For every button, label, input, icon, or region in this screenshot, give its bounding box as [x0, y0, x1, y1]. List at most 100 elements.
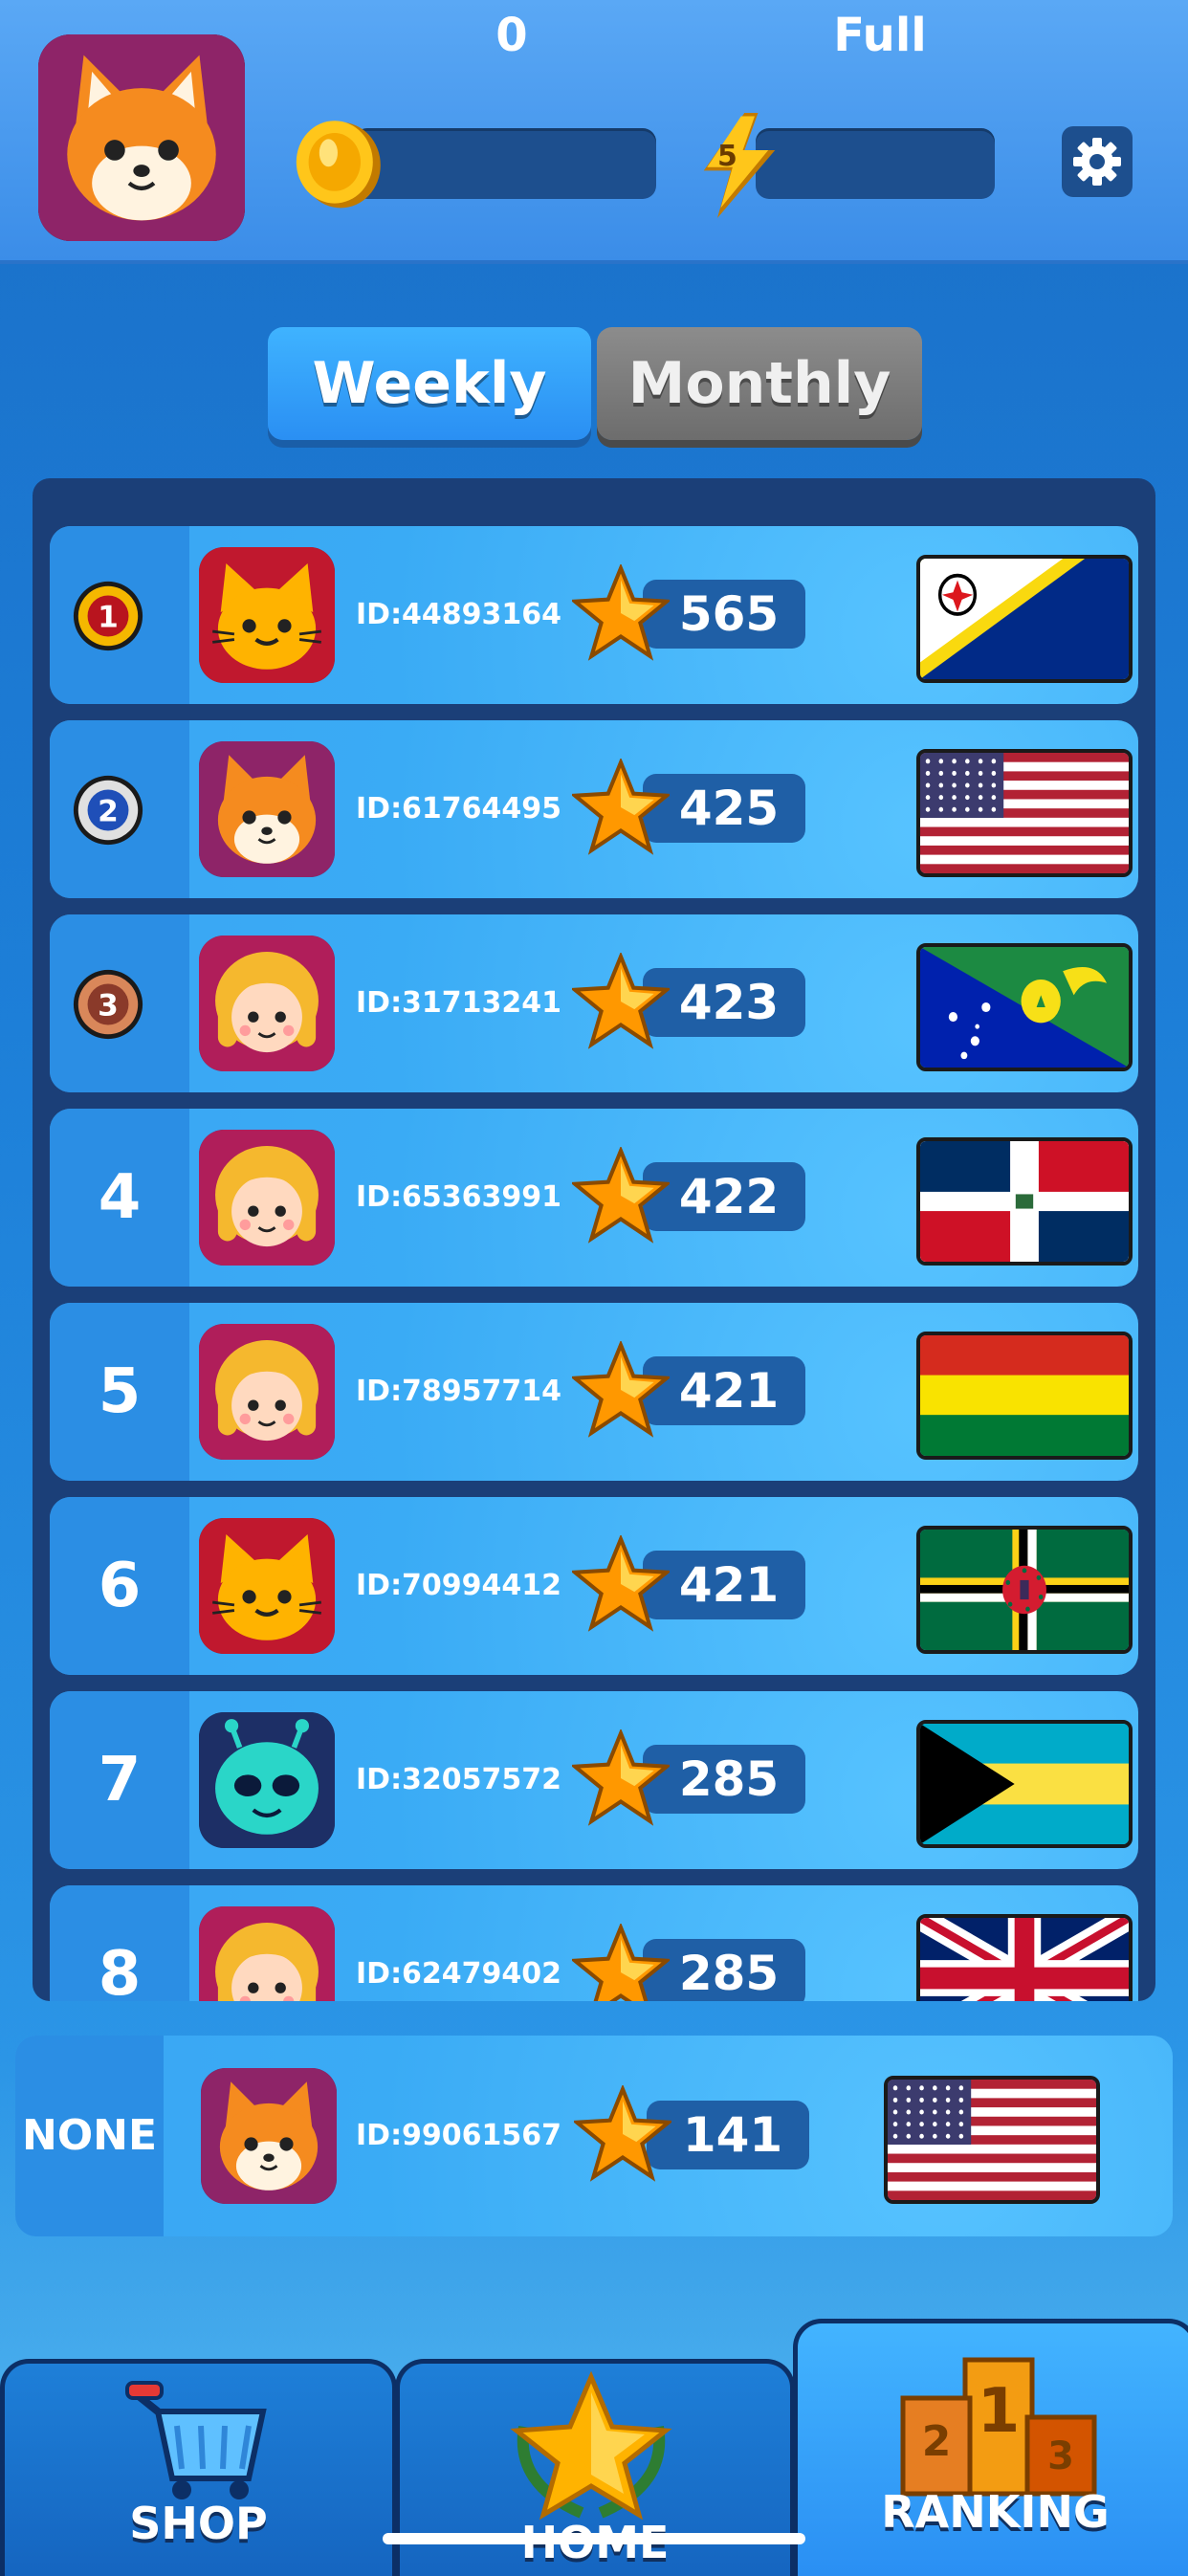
fox-avatar-icon [199, 741, 335, 877]
country-flag [916, 1720, 1133, 1848]
player-id: ID:31713241 [356, 986, 562, 1020]
usa-flag-icon [920, 753, 1129, 873]
bolivia-flag-icon [920, 1335, 1129, 1456]
player-score: 285 [678, 1751, 780, 1807]
leaderboard-row[interactable]: 7 ID:32057572 285 [50, 1691, 1138, 1869]
podium-first: 1 [978, 2376, 1021, 2447]
player-avatar [199, 1906, 335, 2001]
leaderboard-row[interactable]: 3 ID:31713241 423 [50, 914, 1138, 1092]
player-score: 421 [678, 1557, 780, 1613]
settings-button[interactable] [1062, 126, 1133, 197]
player-score: 285 [678, 1946, 780, 2001]
country-flag [884, 2076, 1100, 2204]
podium-third: 3 [1047, 2434, 1074, 2478]
tab-weekly[interactable]: Weekly [268, 327, 591, 440]
girl-avatar-icon [199, 1130, 335, 1266]
bronze-medal-icon: 3 [73, 969, 143, 1040]
user-rank: NONE [15, 2036, 164, 2236]
top-bar: 0 Full 5 [0, 0, 1188, 264]
player-id: ID:70994412 [356, 1569, 562, 1602]
girl-avatar-icon [199, 936, 335, 1071]
country-flag [916, 749, 1133, 877]
gold-medal-icon: 1 [73, 581, 143, 651]
country-flag [916, 1526, 1133, 1654]
leaderboard-row[interactable]: 4 ID:65363991 422 [50, 1109, 1138, 1287]
nav-ranking-label: RANKING [881, 2486, 1110, 2538]
nav-ranking-button[interactable]: 1 2 3 RANKING [793, 2319, 1188, 2576]
star-laurel-icon [510, 2370, 672, 2521]
energy-count: 5 [717, 140, 737, 173]
country-flag [916, 555, 1133, 683]
girl-avatar-icon [199, 1324, 335, 1460]
bonaire-flag-icon [920, 559, 1129, 679]
player-id: ID:61764495 [356, 792, 562, 826]
country-flag [916, 1332, 1133, 1460]
player-avatar [201, 2068, 337, 2204]
player-id: ID:65363991 [356, 1180, 562, 1214]
energy-status: Full [833, 9, 927, 62]
country-flag [916, 943, 1133, 1071]
podium-second: 2 [922, 2417, 952, 2466]
leaderboard-list[interactable]: 1 ID:44893164 565 2 ID:61764495 425 3 ID:317132… [33, 478, 1155, 2001]
rank-number: 6 [50, 1497, 189, 1675]
rank-number: 5 [50, 1303, 189, 1481]
leaderboard-row[interactable]: 1 ID:44893164 565 [50, 526, 1138, 704]
player-id: ID:62479402 [356, 1957, 562, 1991]
country-flag [916, 1914, 1133, 2001]
home-indicator[interactable] [383, 2533, 805, 2544]
gear-icon [1073, 138, 1121, 186]
rank-number: 2 [98, 795, 119, 829]
player-avatar [199, 1130, 335, 1266]
girl-avatar-icon [199, 1906, 335, 2001]
rank-number: 3 [98, 989, 119, 1024]
rank-cell: 2 [50, 720, 189, 898]
player-score: 425 [678, 781, 780, 836]
rank-number: 4 [50, 1109, 189, 1287]
player-id: ID:44893164 [356, 598, 562, 631]
profile-avatar[interactable] [38, 34, 245, 241]
player-score: 421 [678, 1363, 780, 1419]
christmas-island-flag-icon [920, 947, 1129, 1068]
cat-avatar-icon [199, 547, 335, 683]
leaderboard-row[interactable]: 6 ID:70994412 421 [50, 1497, 1138, 1675]
alien-avatar-icon [199, 1712, 335, 1848]
player-score: 422 [678, 1169, 780, 1224]
country-flag [916, 1137, 1133, 1266]
rank-number: 7 [50, 1691, 189, 1869]
dominican-republic-flag-icon [920, 1141, 1129, 1262]
leaderboard-row[interactable]: 8 ID:62479402 285 [50, 1885, 1138, 2001]
player-avatar [199, 547, 335, 683]
leaderboard-row[interactable]: 2 ID:61764495 425 [50, 720, 1138, 898]
player-score: 423 [678, 975, 780, 1030]
rank-cell: 3 [50, 914, 189, 1092]
player-id: ID:78957714 [356, 1375, 562, 1408]
player-id: ID:32057572 [356, 1763, 562, 1796]
player-avatar [199, 741, 335, 877]
uk-flag-icon [920, 1918, 1129, 2001]
player-avatar [199, 1712, 335, 1848]
player-avatar [199, 1324, 335, 1460]
rank-number: 8 [50, 1885, 189, 2001]
nav-shop-button[interactable]: SHOP [0, 2359, 397, 2576]
tab-monthly[interactable]: Monthly [597, 327, 922, 440]
rank-number: 1 [98, 601, 119, 635]
lightning-icon: 5 [696, 113, 782, 218]
user-id: ID:99061567 [356, 2119, 562, 2152]
coin-icon [296, 121, 381, 209]
coin-counter [354, 128, 656, 199]
nav-shop-label: SHOP [129, 2498, 268, 2549]
leaderboard-row[interactable]: 5 ID:78957714 421 [50, 1303, 1138, 1481]
usa-flag-icon [888, 2080, 1096, 2200]
fox-avatar-icon [201, 2068, 337, 2204]
current-user-row: NONE ID:99061567 141 [15, 2036, 1173, 2236]
player-avatar [199, 1518, 335, 1654]
player-score: 565 [678, 586, 780, 642]
energy-counter [756, 128, 995, 199]
shopping-basket-icon [125, 2381, 267, 2499]
player-avatar [199, 936, 335, 1071]
user-score: 141 [682, 2107, 783, 2163]
podium-icon: 1 2 3 [900, 2357, 1097, 2497]
cat-avatar-icon [199, 1518, 335, 1654]
rank-cell: 1 [50, 526, 189, 704]
silver-medal-icon: 2 [73, 775, 143, 846]
